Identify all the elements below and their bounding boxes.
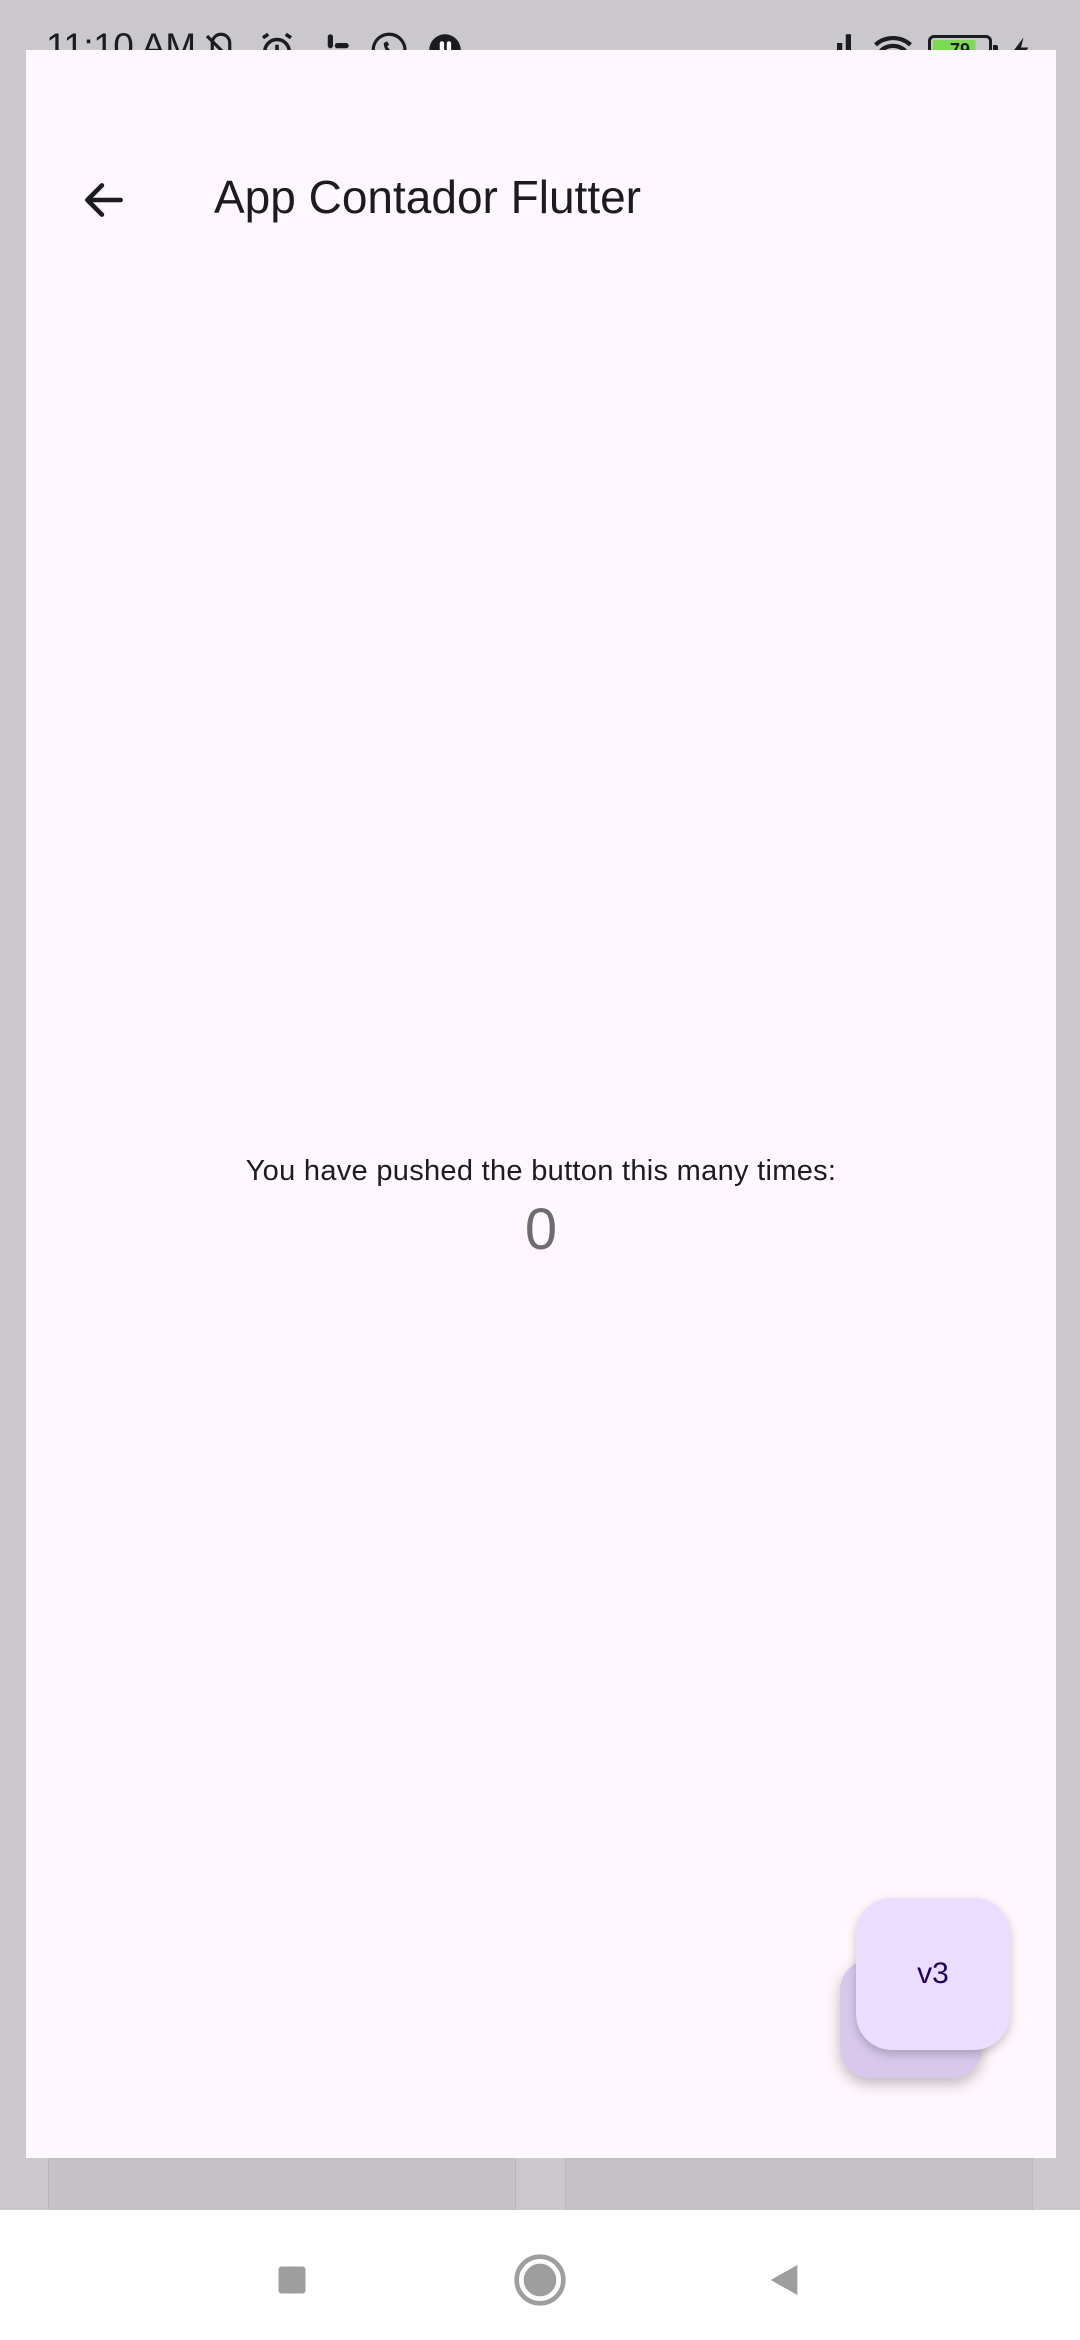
- back-triangle-icon: [770, 2265, 798, 2295]
- arrow-back-icon: [85, 183, 123, 217]
- recents-button[interactable]: [262, 2250, 322, 2310]
- app-bar: App Contador Flutter: [26, 140, 1056, 260]
- nav-back-button[interactable]: [754, 2250, 814, 2310]
- version-fab-button[interactable]: v3: [856, 1898, 1010, 2050]
- back-button[interactable]: [64, 160, 144, 240]
- counter-label: You have pushed the button this many tim…: [245, 1155, 837, 1187]
- counter-area: You have pushed the button this many tim…: [26, 1155, 1056, 1263]
- counter-value: 0: [524, 1197, 558, 1262]
- home-button[interactable]: [510, 2250, 570, 2310]
- home-circle-icon: [514, 2254, 566, 2306]
- navigation-bar: [0, 2210, 1080, 2340]
- app-window: App Contador Flutter You have pushed the…: [26, 50, 1056, 2158]
- background-card-left: [48, 2150, 516, 2212]
- recents-square-icon: [278, 2266, 306, 2294]
- page-title: App Contador Flutter: [214, 171, 642, 223]
- background-card-right: [565, 2150, 1033, 2212]
